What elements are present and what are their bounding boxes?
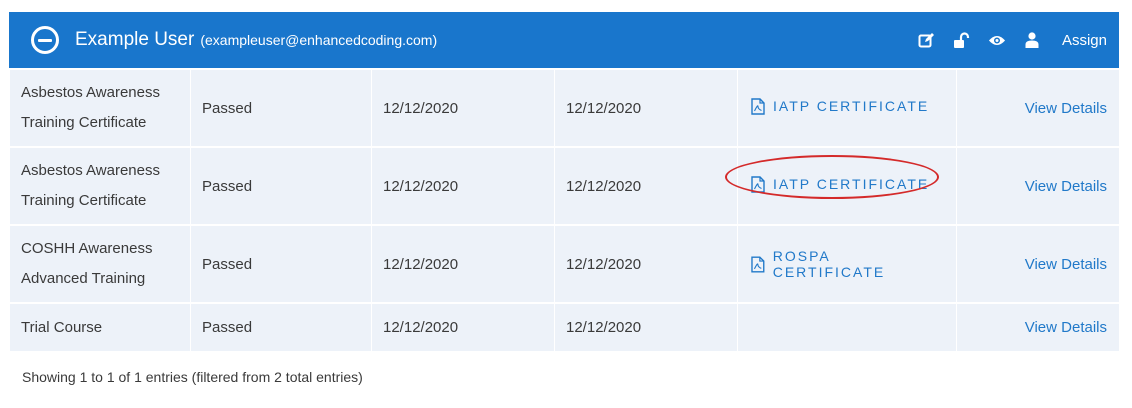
user-name: Example User (75, 29, 195, 50)
date-cell: 12/12/2020 (371, 302, 555, 352)
header-actions: Assign (918, 31, 1107, 49)
entries-info: Showing 1 to 1 of 1 entries (filtered fr… (22, 369, 363, 385)
certificate-cell: IATP CERTIFICATE (737, 68, 957, 148)
view-details-cell: View Details (956, 68, 1120, 148)
collapse-icon[interactable] (31, 26, 59, 54)
course-name-line2: Training Certificate (21, 192, 147, 209)
table-row: Trial Course Passed 12/12/2020 12/12/202… (9, 302, 1120, 352)
certificate-link[interactable]: IATP CERTIFICATE (749, 97, 930, 115)
table-row: Asbestos Awareness Training Certificate P… (9, 68, 1120, 148)
view-details-link[interactable]: View Details (1025, 100, 1107, 117)
user-icon[interactable] (1023, 31, 1041, 49)
view-details-link[interactable]: View Details (1025, 256, 1107, 273)
status-cell: Passed (190, 146, 372, 226)
view-details-link[interactable]: View Details (1025, 178, 1107, 195)
course-name-cell: Asbestos Awareness Training Certificate (9, 146, 191, 226)
course-name-line1: Asbestos Awareness (21, 84, 160, 101)
certificate-cell: IATP CERTIFICATE (725, 146, 957, 226)
edit-icon[interactable] (918, 31, 936, 49)
certificate-label: IATP CERTIFICATE (773, 176, 930, 192)
course-name-cell: Trial Course (9, 302, 191, 352)
certificate-cell (737, 302, 957, 352)
eye-icon[interactable] (988, 31, 1006, 49)
certificate-link[interactable]: IATP CERTIFICATE (725, 154, 939, 199)
assign-link[interactable]: Assign (1062, 32, 1107, 49)
status-cell: Passed (190, 224, 372, 304)
date-cell: 12/12/2020 (371, 224, 555, 304)
date-cell: 12/12/2020 (554, 224, 738, 304)
table-row: Asbestos Awareness Training Certificate P… (9, 146, 1120, 226)
view-details-cell: View Details (956, 146, 1120, 226)
table-row: COSHH Awareness Advanced Training Passed … (9, 224, 1120, 304)
date-cell: 12/12/2020 (554, 302, 738, 352)
certificate-cell: ROSPA CERTIFICATE (737, 224, 957, 304)
course-name-line2: Training Certificate (21, 114, 147, 131)
pdf-file-icon (751, 97, 765, 115)
user-certificates-panel: Example User (exampleuser@enhancedcoding… (9, 12, 1120, 352)
date-cell: 12/12/2020 (371, 68, 555, 148)
status-cell: Passed (190, 68, 372, 148)
course-name-line1: COSHH Awareness (21, 240, 153, 257)
certificates-table: Asbestos Awareness Training Certificate P… (9, 68, 1120, 352)
date-cell: 12/12/2020 (371, 146, 555, 226)
date-cell: 12/12/2020 (554, 146, 738, 226)
view-details-cell: View Details (956, 302, 1120, 352)
course-name-line1: Asbestos Awareness (21, 162, 160, 179)
certificate-label: ROSPA CERTIFICATE (772, 248, 886, 280)
pdf-file-icon (751, 175, 765, 193)
certificate-label: IATP CERTIFICATE (773, 98, 930, 114)
unlock-icon[interactable] (953, 31, 971, 49)
pdf-file-icon (751, 255, 765, 273)
date-cell: 12/12/2020 (554, 68, 738, 148)
user-header: Example User (exampleuser@enhancedcoding… (9, 12, 1119, 68)
course-name-line2: Advanced Training (21, 270, 146, 287)
view-details-link[interactable]: View Details (1025, 319, 1107, 336)
status-cell: Passed (190, 302, 372, 352)
certificate-link[interactable]: ROSPA CERTIFICATE (749, 248, 945, 280)
course-name-cell: Asbestos Awareness Training Certificate (9, 68, 191, 148)
user-email: (exampleuser@enhancedcoding.com) (200, 32, 438, 48)
course-name-cell: COSHH Awareness Advanced Training (9, 224, 191, 304)
view-details-cell: View Details (956, 224, 1120, 304)
